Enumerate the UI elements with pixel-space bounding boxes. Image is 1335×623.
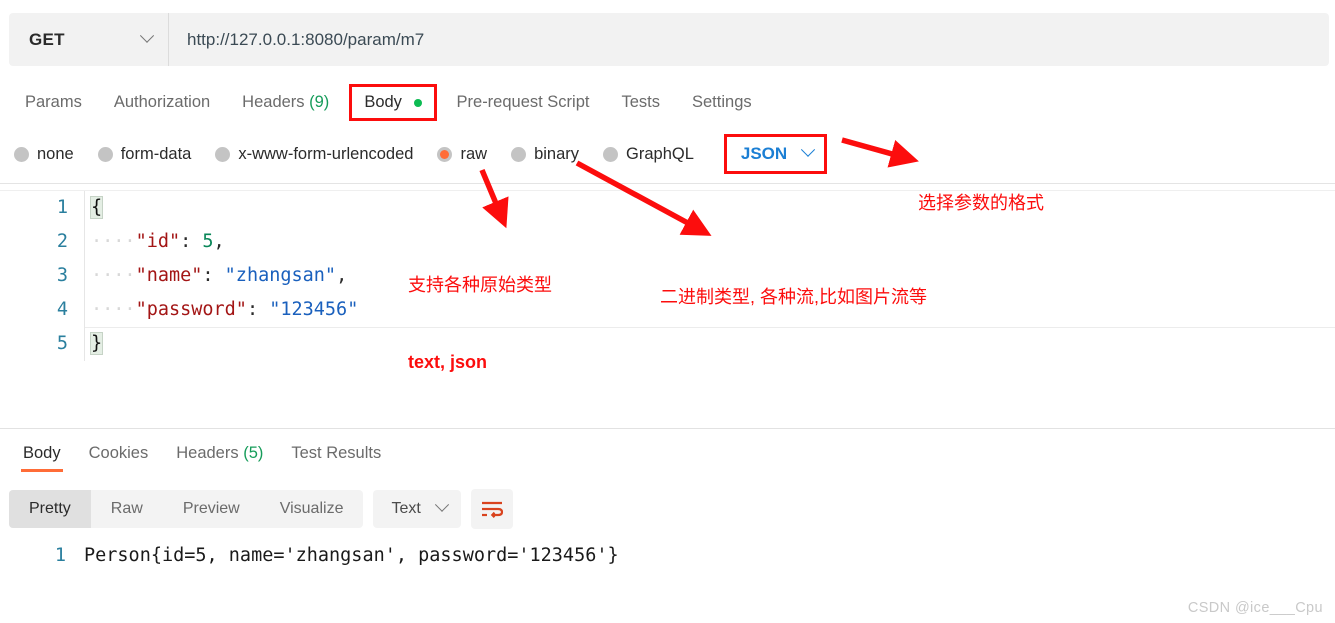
url-bar: GET http://127.0.0.1:8080/param/m7 [9,13,1329,66]
code-line: 1 { [0,191,1335,225]
tab-pre-request-script[interactable]: Pre-request Script [441,85,606,120]
radio-circle-icon [511,146,527,162]
radio-circle-selected-icon [437,146,453,162]
response-tabs: Body Cookies Headers (5) Test Results [9,438,395,472]
code-line: 4 ····"password": "123456" [0,293,1335,327]
tab-authorization[interactable]: Authorization [98,85,226,120]
code-text: ····"password": "123456" [84,293,358,327]
chevron-down-icon [801,142,816,157]
response-tab-body[interactable]: Body [9,438,75,472]
line-number: 1 [56,197,68,218]
code-line: 5 } [0,327,1335,361]
code-text: ····"id": 5, [84,225,225,259]
radio-circle-icon [215,146,231,162]
view-mode-visualize[interactable]: Visualize [260,490,364,528]
http-method-label: GET [29,29,65,49]
radio-none[interactable]: none [14,145,74,164]
chevron-down-icon [434,497,449,512]
code-line: 3 ····"name": "zhangsan", [0,259,1335,293]
radio-x-www-form-urlencoded[interactable]: x-www-form-urlencoded [215,145,413,164]
radio-circle-icon [603,146,619,162]
radio-circle-icon [97,146,113,162]
word-wrap-button[interactable] [470,489,513,529]
watermark: CSDN @ice___Cpu [1187,600,1323,616]
response-tab-test-results[interactable]: Test Results [277,438,395,472]
request-body-editor[interactable]: 1 { 2 ····"id": 5, 3 ····"name": "zhangs… [0,183,1335,424]
code-text: ····"name": "zhangsan", [84,259,347,293]
word-wrap-icon [481,501,503,518]
unsaved-indicator-dot [413,98,422,107]
code-line: 2 ····"id": 5, [0,225,1335,259]
response-format-value: Text [391,500,421,517]
code-text: { [84,191,104,225]
line-number: 4 [56,299,68,320]
response-body-text: Person{id=5, name='zhangsan', password='… [84,545,619,566]
tab-headers[interactable]: Headers (9) [226,85,345,120]
line-number: 2 [56,231,68,252]
editor-content[interactable]: 1 { 2 ····"id": 5, 3 ····"name": "zhangs… [0,190,1335,424]
http-method-select[interactable]: GET [9,13,169,66]
response-tab-cookies[interactable]: Cookies [75,438,163,472]
tab-tests[interactable]: Tests [605,85,676,120]
radio-binary[interactable]: binary [511,145,579,164]
radio-circle-icon [14,146,29,162]
view-mode-pretty[interactable]: Pretty [9,490,91,528]
radio-raw[interactable]: raw [437,145,487,164]
tab-settings[interactable]: Settings [676,85,768,120]
tab-body[interactable]: Body [349,84,437,121]
body-type-radio-group: none form-data x-www-form-urlencoded raw… [14,134,828,174]
open-brace: { [89,196,104,219]
view-mode-raw[interactable]: Raw [91,490,163,528]
close-brace: } [89,332,104,355]
radio-graphql[interactable]: GraphQL [603,145,694,164]
response-body[interactable]: 1 Person{id=5, name='zhangsan', password… [0,545,1335,566]
line-number: 3 [56,265,68,286]
response-separator [0,428,1335,429]
code-text: } [84,327,104,361]
line-number: 5 [56,333,68,354]
response-view-mode-group: Pretty Raw Preview Visualize [9,490,364,528]
editor-rule [84,327,1335,328]
line-number: 1 [54,545,66,566]
chevron-down-icon [139,28,155,43]
response-toolbar: Pretty Raw Preview Visualize Text [9,489,513,529]
request-tabs: Params Authorization Headers (9) Body Pr… [9,84,768,121]
raw-format-select[interactable]: JSON [723,134,828,174]
arrow-format [841,137,919,168]
response-format-select[interactable]: Text [373,490,461,528]
tab-params[interactable]: Params [9,85,98,120]
response-tab-headers[interactable]: Headers (5) [162,438,277,472]
response-body-line: 1 Person{id=5, name='zhangsan', password… [0,545,1335,566]
view-mode-preview[interactable]: Preview [163,490,260,528]
raw-format-value: JSON [740,144,788,163]
postman-request-screen: GET http://127.0.0.1:8080/param/m7 Param… [0,0,1335,623]
radio-form-data[interactable]: form-data [97,145,191,164]
url-input[interactable]: http://127.0.0.1:8080/param/m7 [169,13,1329,66]
